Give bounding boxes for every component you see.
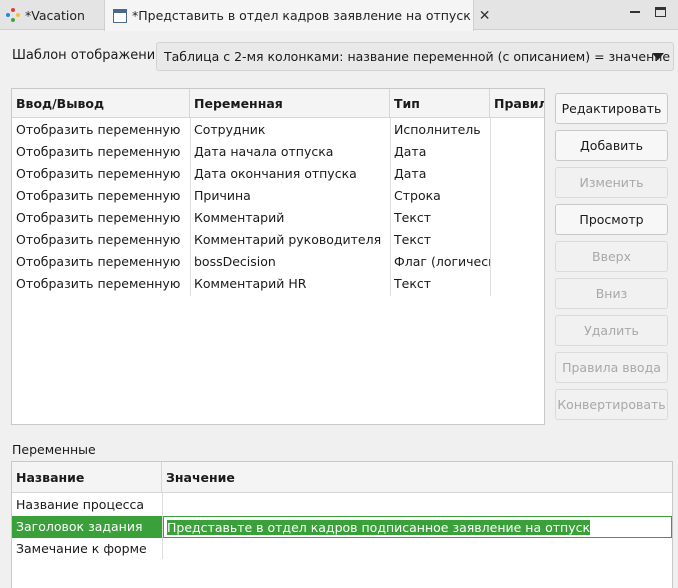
table-cell: Отобразить переменную <box>16 210 181 225</box>
table-cell: Отобразить переменную <box>16 144 181 159</box>
delete-button[interactable]: Удалить <box>555 315 668 346</box>
table-row[interactable]: Отобразить переменную Комментарий HR Тек… <box>12 273 544 295</box>
convert-button[interactable]: Конвертировать <box>555 389 668 420</box>
table-row[interactable]: Отобразить переменную Комментарий руково… <box>12 229 544 251</box>
table-cell: Название процесса <box>16 497 145 512</box>
table-row[interactable]: Отобразить переменную Сотрудник Исполнит… <box>12 119 544 141</box>
minimize-icon[interactable] <box>630 11 640 13</box>
table-cell: Причина <box>194 188 251 203</box>
edit-button[interactable]: Редактировать <box>555 93 668 124</box>
table-row[interactable]: Отобразить переменную Дата окончания отп… <box>12 163 544 185</box>
column-header[interactable]: Значение <box>162 462 672 493</box>
table-cell: Замечание к форме <box>16 541 147 556</box>
value-editor[interactable]: Представьте в отдел кадров подписанное з… <box>163 516 672 538</box>
variables-table: Название Значение Название процесса Заго… <box>11 461 673 588</box>
table-cell: Отобразить переменную <box>16 122 181 137</box>
table-cell: Дата <box>394 144 427 159</box>
table-row[interactable]: Замечание к форме <box>12 538 672 560</box>
variables-section-label: Переменные <box>12 442 96 457</box>
table-row[interactable]: Отобразить переменную Комментарий Текст <box>12 207 544 229</box>
table-cell: Дата начала отпуска <box>194 144 334 159</box>
value-text: Представьте в отдел кадров подписанное з… <box>167 520 591 535</box>
table-cell: Дата окончания отпуска <box>194 166 357 181</box>
table-cell: Исполнитель <box>394 122 481 137</box>
table-row[interactable]: Отобразить переменную Причина Строка <box>12 185 544 207</box>
table-row[interactable]: Отобразить переменную bossDecision Флаг … <box>12 251 544 273</box>
editor-tab-bar: *Vacation *Представить в отдел кадров за… <box>0 0 678 31</box>
table-cell[interactable] <box>162 494 672 516</box>
tab-form-editor[interactable]: *Представить в отдел кадров заявление на… <box>104 0 490 31</box>
column-header[interactable]: Правила <box>490 89 544 118</box>
table-cell: Комментарий руководителя <box>194 232 382 247</box>
form-icon <box>113 8 127 23</box>
table-row[interactable]: Название процесса <box>12 494 672 516</box>
io-variables-table: Ввод/Вывод Переменная Тип Правила Отобра… <box>11 88 545 425</box>
table-cell: Заголовок задания <box>12 516 162 538</box>
tab-vacation[interactable]: *Vacation <box>0 0 104 30</box>
table-header: Название Значение <box>12 462 672 493</box>
column-header[interactable]: Название <box>12 462 162 493</box>
table-row[interactable]: Отобразить переменную Дата начала отпуск… <box>12 141 544 163</box>
table-cell: Отобразить переменную <box>16 254 181 269</box>
table-header: Ввод/Вывод Переменная Тип Правила <box>12 89 544 118</box>
column-header[interactable]: Переменная <box>190 89 390 118</box>
column-header[interactable]: Тип <box>390 89 490 118</box>
move-down-button[interactable]: Вниз <box>555 278 668 309</box>
move-up-button[interactable]: Вверх <box>555 241 668 272</box>
process-icon <box>6 8 20 22</box>
table-cell: Комментарий HR <box>194 276 307 291</box>
maximize-icon[interactable] <box>655 7 666 17</box>
preview-button[interactable]: Просмотр <box>555 204 668 235</box>
tab-label: *Представить в отдел кадров заявление на… <box>132 8 471 23</box>
close-icon[interactable]: ✕ <box>479 8 491 24</box>
table-cell: Дата <box>394 166 427 181</box>
table-cell: Комментарий <box>194 210 285 225</box>
table-cell: Отобразить переменную <box>16 188 181 203</box>
table-cell: Отобразить переменную <box>16 232 181 247</box>
add-button[interactable]: Добавить <box>555 130 668 161</box>
tab-label: *Vacation <box>25 7 85 23</box>
template-select[interactable]: Таблица с 2-мя колонками: название перем… <box>156 42 674 71</box>
table-cell: Сотрудник <box>194 122 266 137</box>
chevron-down-icon <box>652 53 664 60</box>
table-cell: bossDecision <box>194 254 276 269</box>
table-cell: Текст <box>394 276 432 291</box>
table-cell: Строка <box>394 188 441 203</box>
table-row[interactable]: Заголовок задания Представьте в отдел ка… <box>12 516 672 538</box>
input-rules-button[interactable]: Правила ввода <box>555 352 668 383</box>
template-label: Шаблон отображения <box>12 48 163 63</box>
table-cell: Отобразить переменную <box>16 166 181 181</box>
template-selected-value: Таблица с 2-мя колонками: название перем… <box>164 49 671 64</box>
table-cell: Текст <box>394 210 432 225</box>
table-cell: Отобразить переменную <box>16 276 181 291</box>
table-cell[interactable] <box>162 538 672 560</box>
change-button[interactable]: Изменить <box>555 167 668 198</box>
table-cell: Флаг (логический) <box>394 254 490 269</box>
table-cell: Текст <box>394 232 432 247</box>
column-header[interactable]: Ввод/Вывод <box>12 89 190 118</box>
